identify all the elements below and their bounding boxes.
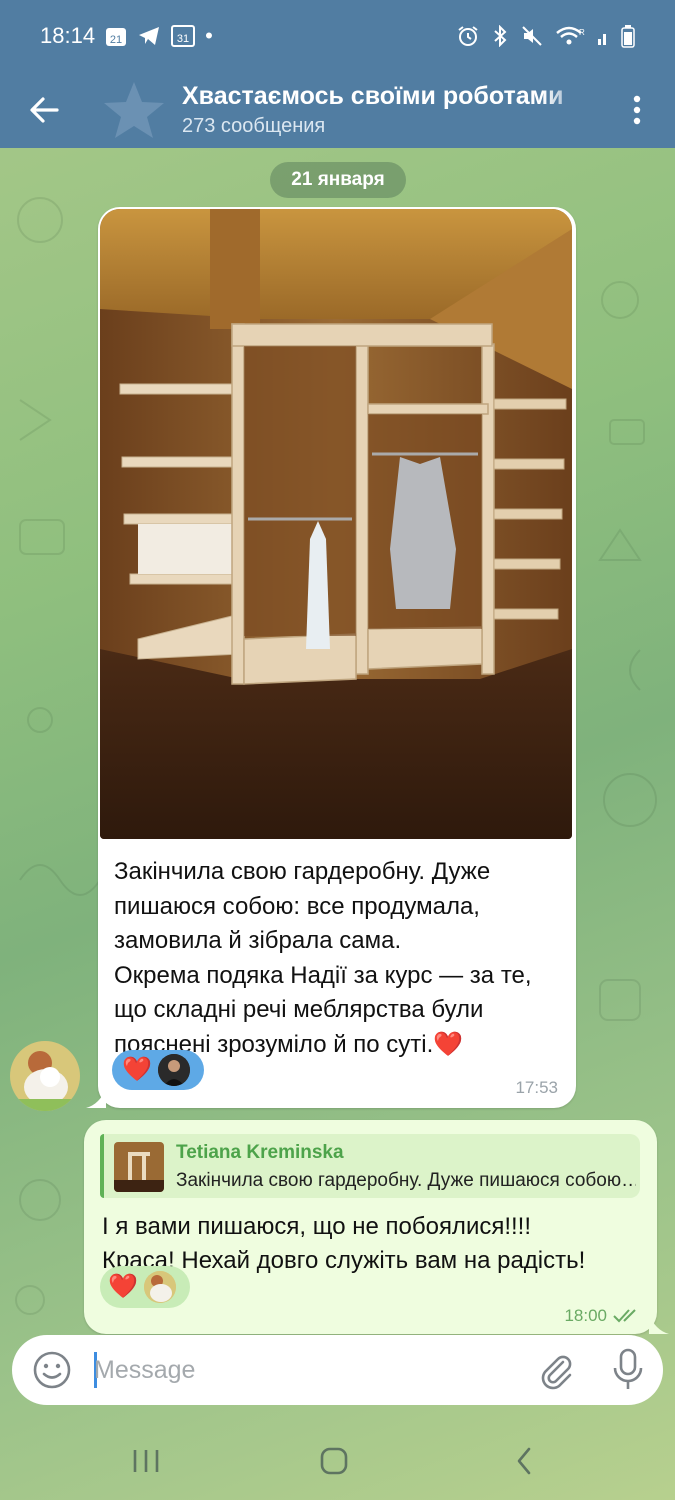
reply-snippet: Закінчила свою гардеробну. Дуже пишаюся … — [176, 1170, 636, 1191]
home-button[interactable] — [314, 1444, 354, 1478]
reply-thumbnail — [114, 1142, 164, 1192]
reply-sender-name: Tetiana Kreminska — [176, 1142, 344, 1163]
nav-back-button[interactable] — [504, 1444, 544, 1478]
paperclip-icon — [541, 1355, 572, 1390]
attach-button[interactable] — [536, 1350, 576, 1390]
incoming-message[interactable]: Закінчила свою гардеробну. Дуже пишаюся … — [86, 207, 576, 1108]
recents-icon — [133, 1450, 159, 1472]
nav-back-icon — [517, 1447, 531, 1475]
voice-message-button[interactable] — [608, 1348, 648, 1392]
back-arrow-icon — [30, 97, 59, 123]
microphone-icon — [613, 1348, 643, 1389]
reply-quote[interactable]: Tetiana Kreminska Закінчила свою гардеро… — [100, 1134, 640, 1198]
signal-icon — [597, 25, 609, 47]
telegram-icon — [137, 25, 161, 47]
outgoing-message-text: І я вами пишаюся, що не побоялися!!!! Кр… — [102, 1213, 586, 1274]
calendar-icon: 21 — [105, 25, 127, 47]
message-composer — [12, 1335, 663, 1405]
chat-header: Хвастаємось своїми роботами 273 сообщени… — [0, 72, 675, 148]
system-navigation-bar — [0, 1420, 675, 1500]
alarm-icon — [457, 25, 479, 47]
status-bar: 18:14 21 31 • R — [0, 0, 675, 72]
double-check-icon — [613, 1309, 636, 1323]
message-photo[interactable] — [100, 209, 572, 839]
heart-reaction-emoji: ❤️ — [108, 1273, 138, 1300]
mute-icon — [521, 25, 543, 47]
status-dot: • — [205, 23, 213, 48]
svg-text:31: 31 — [177, 33, 189, 45]
battery-icon — [621, 24, 635, 48]
reactor-avatar — [157, 1054, 190, 1086]
reaction-chip[interactable]: ❤️ — [100, 1266, 190, 1308]
emoji-icon — [33, 1351, 71, 1389]
chat-title-area[interactable]: Хвастаємось своїми роботами 273 сообщени… — [182, 82, 592, 138]
recents-button[interactable] — [126, 1444, 166, 1478]
emoji-button[interactable] — [32, 1350, 72, 1390]
svg-text:21: 21 — [110, 34, 122, 46]
bubble-tail — [649, 1314, 669, 1334]
wifi-icon: R — [555, 25, 585, 47]
status-time: 18:14 — [40, 23, 96, 48]
outgoing-message-meta: 18:00 — [564, 1306, 643, 1326]
message-input[interactable] — [94, 1349, 514, 1391]
bubble-tail — [86, 1088, 106, 1108]
outgoing-message-time: 18:00 — [564, 1306, 607, 1325]
chat-subtitle: 273 сообщения — [182, 115, 326, 137]
incoming-message-text: Закінчила свою гардеробну. Дуже пишаюся … — [114, 858, 532, 1058]
heart-reaction-emoji: ❤️ — [122, 1056, 152, 1083]
chat-avatar[interactable] — [102, 78, 166, 142]
wardrobe-photo-image — [100, 209, 572, 839]
date-separator: 21 января — [270, 162, 406, 198]
more-vert-icon — [633, 95, 641, 125]
incoming-message-time: 17:53 — [515, 1078, 558, 1097]
reactor-avatar — [143, 1271, 176, 1303]
calendar-icon-2: 31 — [171, 24, 196, 48]
chat-title: Хвастаємось своїми роботами — [182, 82, 564, 110]
back-button[interactable] — [0, 72, 88, 148]
more-menu-button[interactable] — [623, 86, 651, 134]
outgoing-message[interactable]: Tetiana Kreminska Закінчила свою гардеро… — [84, 1120, 669, 1334]
sender-avatar[interactable] — [10, 1041, 80, 1111]
star-icon — [104, 82, 164, 138]
svg-text:R: R — [579, 28, 585, 37]
reaction-chip[interactable]: ❤️ — [112, 1050, 204, 1090]
home-icon — [320, 1447, 348, 1475]
bluetooth-icon — [491, 25, 509, 47]
